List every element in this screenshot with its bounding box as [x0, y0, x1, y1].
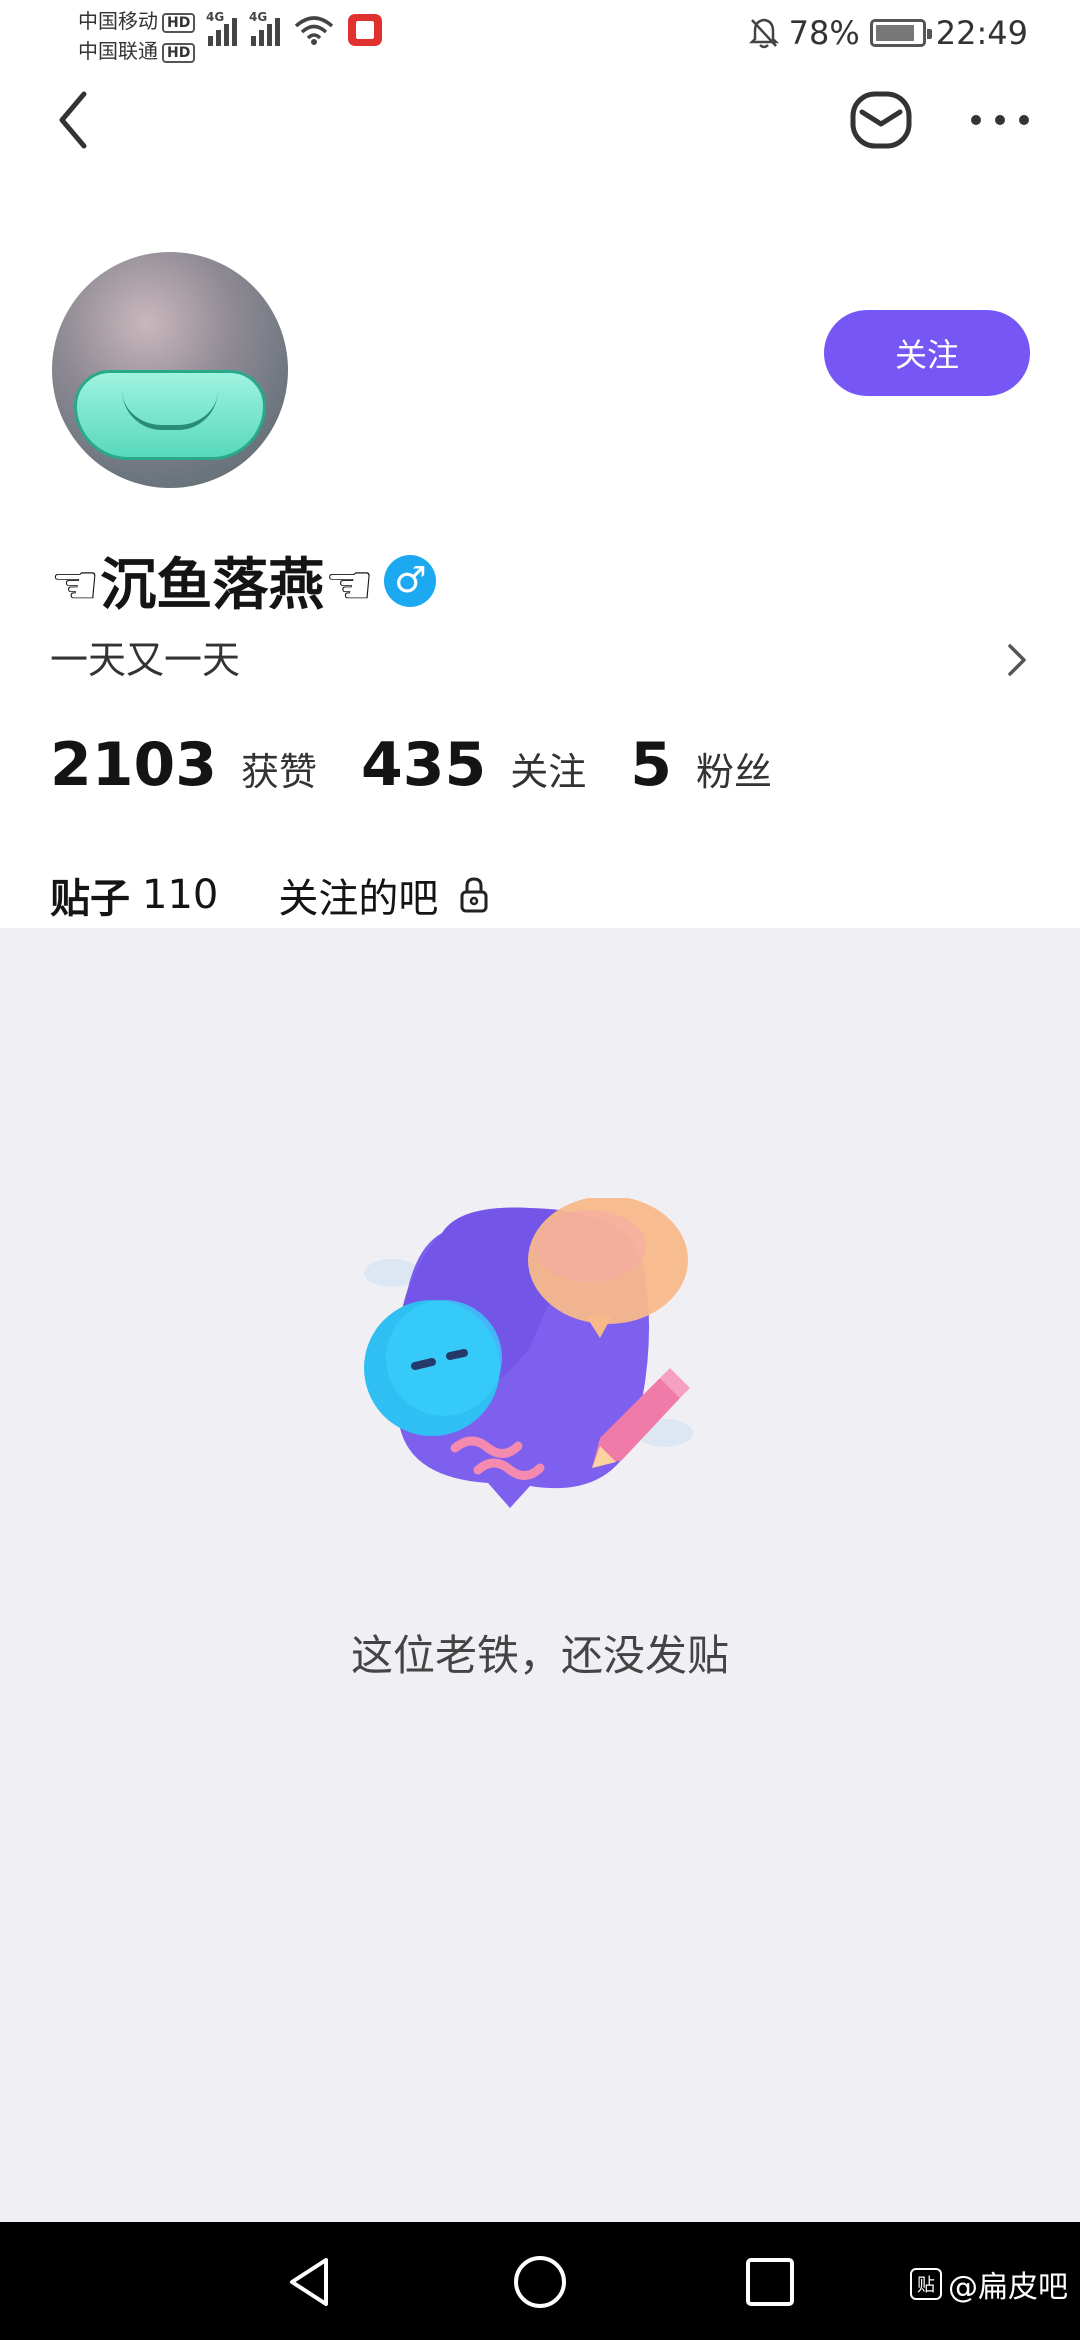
- stat-value: 2103: [50, 730, 217, 800]
- clock: 22:49: [935, 14, 1028, 52]
- empty-state-illustration: [364, 1198, 693, 1508]
- tab-followed-bars-label: 关注的吧: [278, 876, 439, 922]
- profile-page: 中国移动 HD 中国联通 HD 4G 4G 78% 22:49 关注 ☜沉鱼落燕…: [0, 0, 1080, 2340]
- carrier-2: 中国联通: [78, 39, 158, 63]
- stat-following[interactable]: 435 关注: [361, 730, 586, 800]
- tab-posts-label: 贴子: [50, 876, 130, 922]
- stat-label: 关注: [510, 750, 587, 794]
- bell-off-icon: [748, 18, 779, 49]
- stat-label: 获赞: [241, 750, 318, 794]
- watermark-text: @扁皮吧: [948, 2270, 1068, 2305]
- stat-value: 5: [630, 730, 673, 800]
- hd-badge: HD: [162, 12, 196, 33]
- empty-state-message: 这位老铁，还没发贴: [350, 1631, 729, 1680]
- username: ☜沉鱼落燕☜: [50, 553, 375, 618]
- network-type: 4G: [249, 10, 268, 24]
- male-gender-icon: ♂: [384, 554, 437, 607]
- notification-app-icon: [348, 14, 382, 46]
- system-recents-icon[interactable]: [740, 2252, 800, 2312]
- hd-badge: HD: [162, 42, 196, 63]
- tab-posts[interactable]: 贴子 110: [50, 865, 219, 941]
- profile-tabs: 贴子 110 关注的吧: [50, 860, 550, 941]
- username-row: ☜沉鱼落燕☜ ♂: [50, 540, 437, 621]
- battery-percent: 78%: [788, 14, 860, 52]
- avatar[interactable]: [52, 252, 288, 488]
- stat-followers[interactable]: 5 粉丝: [630, 730, 772, 800]
- watermark: 贴 @扁皮吧: [910, 2262, 1068, 2306]
- status-bar: 中国移动 HD 中国联通 HD 4G 4G 78% 22:49: [0, 0, 1080, 72]
- mail-icon[interactable]: [848, 88, 914, 152]
- profile-stats: 2103 获赞 435 关注 5 粉丝: [50, 730, 816, 800]
- posts-content-area: 这位老铁，还没发贴: [0, 928, 1080, 2222]
- system-navigation-bar: 贴 @扁皮吧: [0, 2222, 1080, 2340]
- signal-indicators: 4G 4G: [206, 10, 382, 46]
- header: [0, 72, 1080, 168]
- stat-label: 粉丝: [696, 750, 773, 794]
- bio-text: 一天又一天: [50, 638, 241, 682]
- tab-followed-bars[interactable]: 关注的吧: [278, 865, 490, 925]
- cell-signal-icon: 4G: [249, 10, 280, 46]
- tieba-logo-icon: 贴: [910, 2268, 942, 2300]
- system-back-icon[interactable]: [280, 2252, 340, 2312]
- more-horizontal-icon[interactable]: [968, 102, 1032, 138]
- chevron-right-icon: [1008, 644, 1026, 676]
- follow-button[interactable]: 关注: [824, 310, 1030, 396]
- stat-value: 435: [361, 730, 487, 800]
- chevron-left-icon[interactable]: [44, 84, 104, 156]
- carrier-info: 中国移动 HD 中国联通 HD: [78, 6, 196, 66]
- cell-signal-icon: 4G: [206, 10, 237, 46]
- battery-icon: [869, 19, 932, 47]
- system-home-icon[interactable]: [510, 2252, 570, 2312]
- stat-likes: 2103 获赞: [50, 730, 317, 800]
- tab-posts-count: 110: [142, 872, 219, 918]
- status-right: 78% 22:49: [748, 14, 1028, 52]
- lock-icon: [460, 877, 488, 913]
- bio-row[interactable]: 一天又一天: [50, 630, 1030, 690]
- wifi-icon: [294, 16, 334, 45]
- network-type: 4G: [206, 10, 225, 24]
- carrier-1: 中国移动: [78, 9, 158, 33]
